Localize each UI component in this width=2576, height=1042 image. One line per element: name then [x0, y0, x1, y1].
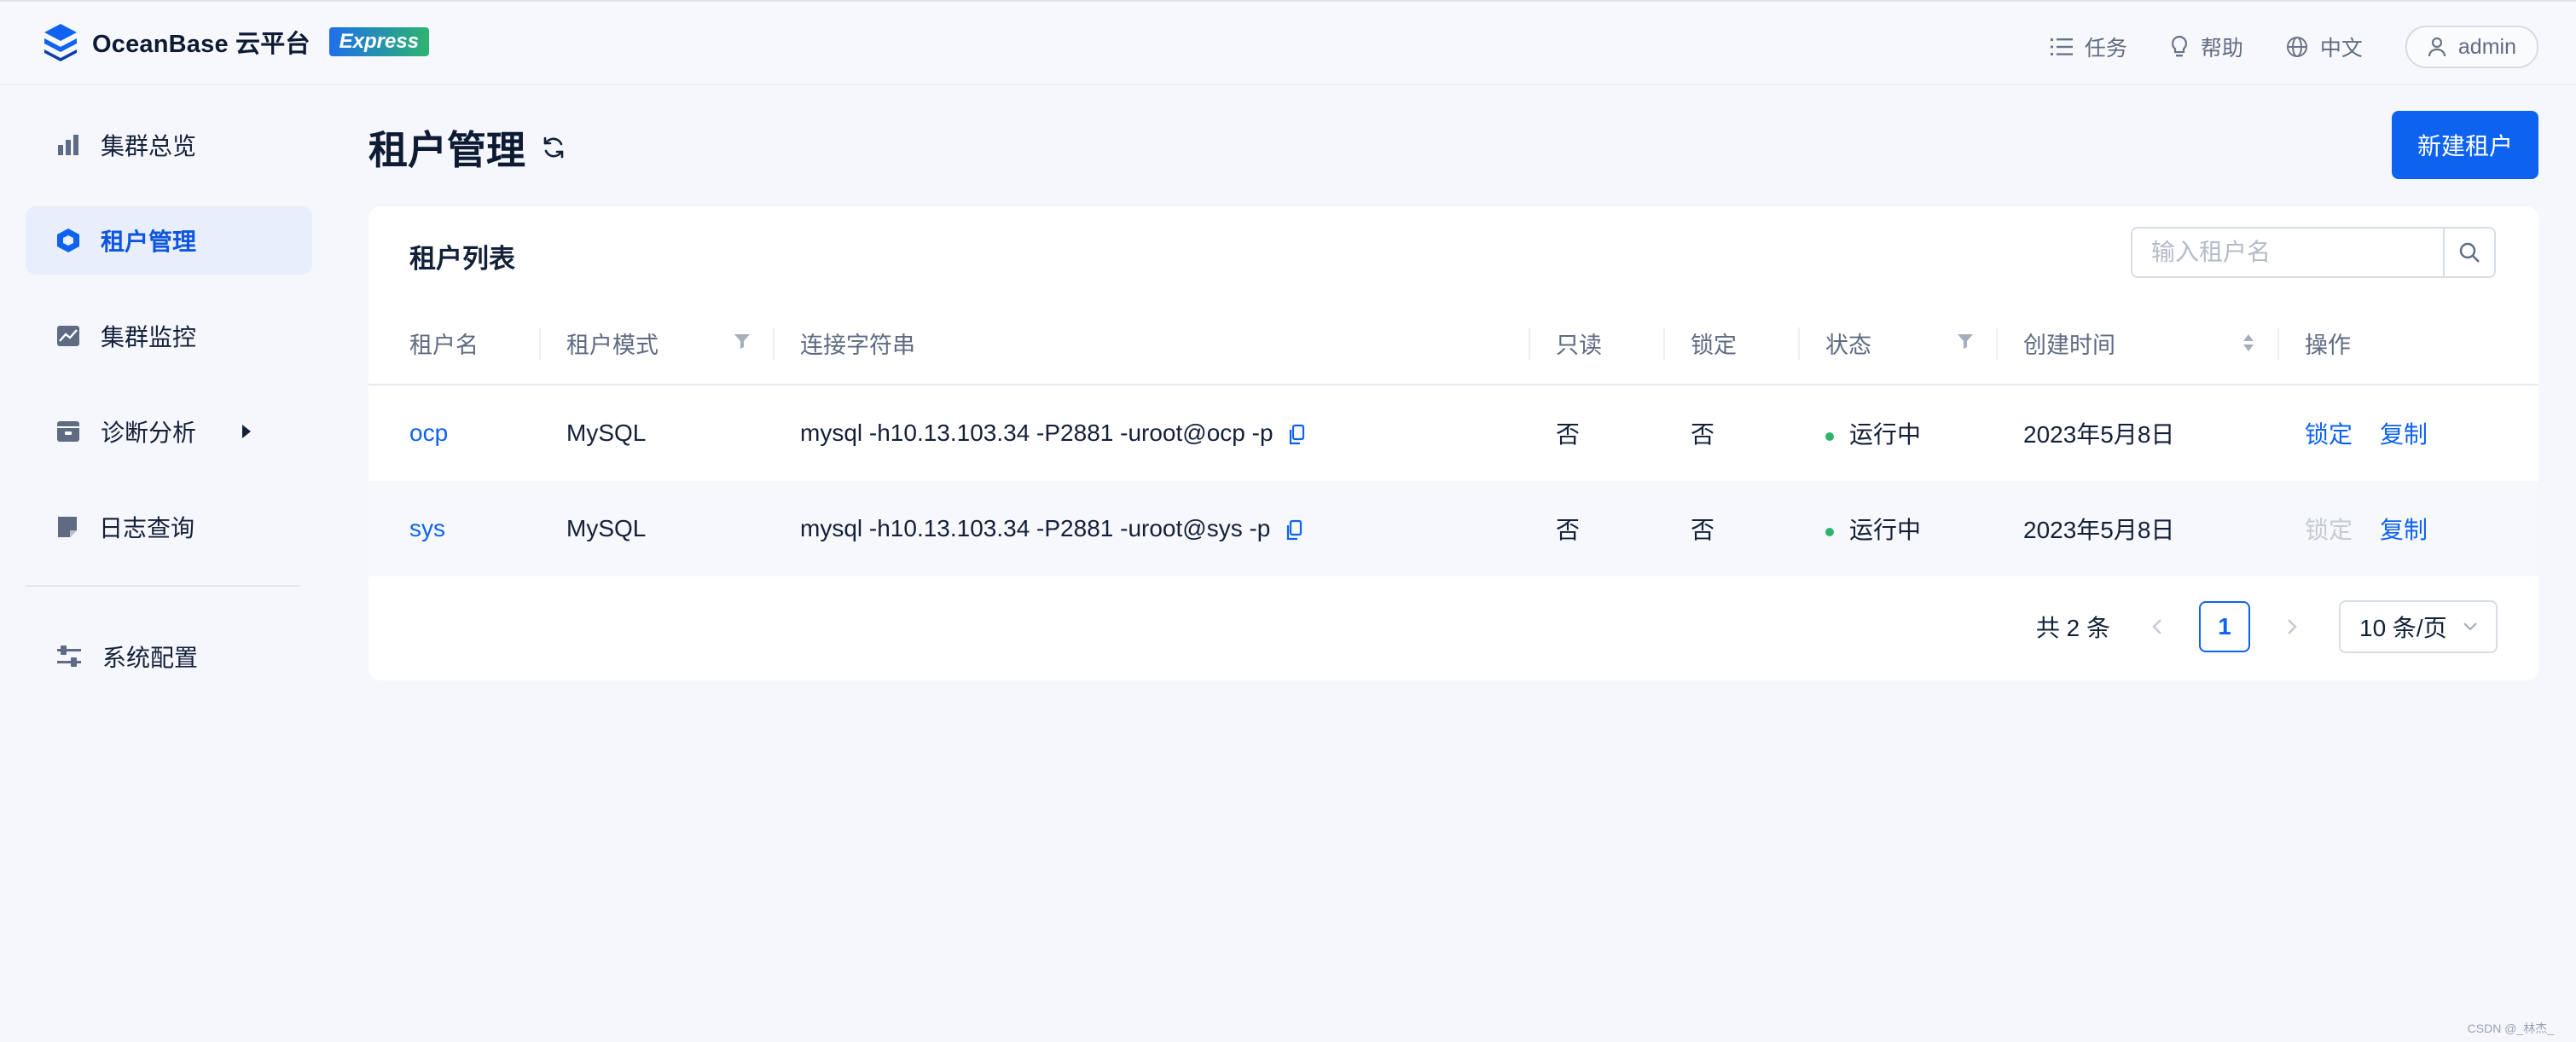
status-text: 运行中: [1849, 421, 1922, 448]
sidebar-item-tenant-management[interactable]: 租户管理: [26, 206, 312, 275]
sidebar: 集群总览 租户管理 集群监控 诊断分析 日志查询 系统配置: [26, 111, 312, 718]
page-header: 租户管理: [368, 119, 566, 176]
readonly-value: 否: [1556, 421, 1581, 448]
chevron-left-icon: [2152, 619, 2161, 634]
tasks-label: 任务: [2084, 37, 2127, 61]
next-page-button[interactable]: [2279, 617, 2305, 636]
sliders-icon: [57, 645, 81, 667]
tenant-mode: MySQL: [566, 515, 647, 541]
search-button[interactable]: [2443, 227, 2496, 278]
prev-page-button[interactable]: [2144, 617, 2170, 636]
column-header-locked: 锁定: [1663, 302, 1798, 385]
status-dot: [1825, 431, 1834, 441]
chevron-down-icon: [2463, 622, 2477, 631]
refresh-icon[interactable]: [541, 135, 566, 160]
page-size-value: 10 条/页: [2359, 615, 2447, 641]
column-header-readonly: 只读: [1529, 302, 1663, 385]
copy-icon[interactable]: [1285, 519, 1303, 541]
header-actions: 任务 帮助 中文 admin: [2050, 26, 2538, 68]
table-row: ocp MySQL mysql -h10.13.103.34 -P2881 -u…: [368, 385, 2538, 481]
lock-action-disabled: 锁定: [2305, 517, 2353, 543]
sort-icon[interactable]: [2242, 333, 2255, 353]
column-header-status: 状态: [1798, 302, 1996, 385]
copy-icon[interactable]: [1288, 424, 1305, 446]
filter-icon[interactable]: [1957, 333, 1974, 350]
sidebar-item-diagnostics[interactable]: 诊断分析: [26, 397, 312, 466]
language-label: 中文: [2319, 37, 2363, 61]
lightbulb-icon: [2171, 35, 2187, 57]
language-menu[interactable]: 中文: [2286, 32, 2363, 62]
help-label: 帮助: [2200, 37, 2243, 61]
bar-chart-icon: [58, 135, 78, 155]
locked-value: 否: [1691, 421, 1715, 448]
edition-badge: Express: [328, 27, 430, 56]
oceanbase-logo-icon: [44, 24, 77, 61]
list-icon: [2050, 38, 2073, 55]
sidebar-item-label: 日志查询: [99, 515, 195, 541]
status-dot: [1825, 527, 1834, 536]
brand[interactable]: OceanBase 云平台 Express: [39, 20, 430, 63]
tenant-mode: MySQL: [566, 420, 647, 446]
tenant-table: 租户名 租户模式 连接字符串 只读 锁定 状态 创建时间 操作 ocp MySQ…: [368, 302, 2538, 576]
user-name: admin: [2457, 34, 2516, 59]
help-menu[interactable]: 帮助: [2170, 32, 2243, 62]
column-header-name: 租户名: [368, 302, 539, 385]
hexagon-icon: [57, 229, 79, 252]
column-header-mode: 租户模式: [539, 302, 773, 385]
area-chart-icon: [57, 326, 79, 346]
sidebar-item-label: 租户管理: [101, 229, 197, 255]
globe-icon: [2286, 37, 2307, 57]
sidebar-item-cluster-overview[interactable]: 集群总览: [26, 111, 312, 179]
column-header-created: 创建时间: [1996, 302, 2277, 385]
tasks-menu[interactable]: 任务: [2050, 32, 2127, 62]
locked-value: 否: [1691, 517, 1715, 543]
readonly-value: 否: [1556, 517, 1581, 543]
page-size-select[interactable]: 10 条/页: [2339, 600, 2498, 653]
sidebar-item-cluster-monitoring[interactable]: 集群监控: [26, 302, 312, 370]
user-menu[interactable]: admin: [2405, 26, 2538, 68]
brand-name: OceanBase 云平台: [92, 31, 310, 58]
sidebar-item-system-config[interactable]: 系统配置: [26, 622, 312, 691]
copy-action[interactable]: 复制: [2380, 421, 2428, 448]
sidebar-item-label: 集群总览: [101, 133, 197, 159]
note-icon: [58, 517, 77, 537]
pagination: 共 2 条 1 10 条/页: [2036, 600, 2498, 653]
tenant-search: [2131, 227, 2496, 278]
page-number[interactable]: 1: [2199, 601, 2250, 652]
created-date: 2023年5月8日: [2023, 517, 2175, 543]
column-header-connection: 连接字符串: [773, 302, 1529, 385]
copy-action[interactable]: 复制: [2380, 517, 2428, 543]
status-text: 运行中: [1849, 517, 1922, 543]
sidebar-item-label: 诊断分析: [101, 420, 197, 446]
inbox-icon: [57, 421, 79, 442]
sidebar-item-log-query[interactable]: 日志查询: [26, 493, 312, 561]
chevron-right-icon: [2288, 619, 2297, 634]
filter-icon[interactable]: [734, 333, 751, 350]
sidebar-divider: [26, 585, 300, 587]
created-date: 2023年5月8日: [2023, 421, 2175, 448]
card-title: 租户列表: [409, 244, 515, 274]
page-title: 租户管理: [368, 128, 525, 172]
tenant-name-link[interactable]: ocp: [409, 420, 448, 446]
new-tenant-button[interactable]: 新建租户: [2392, 111, 2538, 179]
caret-right-icon[interactable]: [242, 425, 251, 438]
table-header-row: 租户名 租户模式 连接字符串 只读 锁定 状态 创建时间 操作: [368, 302, 2538, 385]
sidebar-item-label: 集群监控: [101, 324, 197, 350]
table-row: sys MySQL mysql -h10.13.103.34 -P2881 -u…: [368, 481, 2538, 576]
user-icon: [2428, 37, 2446, 57]
sidebar-item-label: 系统配置: [102, 645, 199, 671]
pagination-total: 共 2 条: [2035, 615, 2110, 641]
tenant-list-card: 租户列表 租户名 租户模式 连接字符串 只读 锁定 状态: [368, 206, 2538, 680]
search-icon: [2459, 242, 2480, 263]
tenant-name-link[interactable]: sys: [409, 515, 445, 541]
lock-action[interactable]: 锁定: [2305, 421, 2353, 448]
connection-string: mysql -h10.13.103.34 -P2881 -uroot@ocp -…: [800, 420, 1273, 446]
watermark: CSDN @_林杰_: [2467, 1022, 2554, 1035]
connection-string: mysql -h10.13.103.34 -P2881 -uroot@sys -…: [800, 515, 1271, 541]
column-header-actions: 操作: [2277, 302, 2538, 385]
search-input[interactable]: [2131, 227, 2443, 278]
top-bar: OceanBase 云平台 Express 任务 帮助 中文 admin: [0, 0, 2576, 85]
